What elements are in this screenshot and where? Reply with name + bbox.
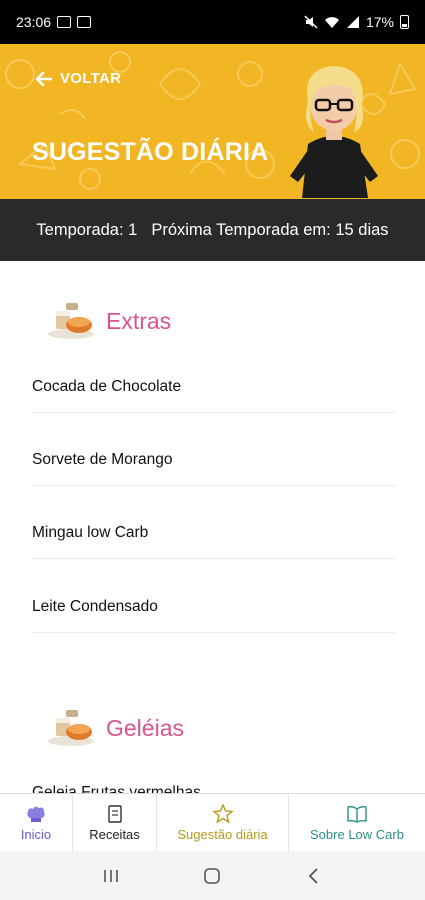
image-notification-icon: [77, 16, 92, 28]
tab-label: Inicio: [20, 827, 52, 842]
mute-icon: [304, 15, 318, 29]
chef-hat-icon: [27, 806, 45, 822]
suggestion-list[interactable]: Extras Cocada de Chocolate Sorvete de Mo…: [0, 261, 425, 793]
list-item[interactable]: Geleia Frutas vermelhas: [32, 767, 395, 794]
current-season: Temporada: 1: [36, 220, 138, 239]
list-item[interactable]: Sorvete de Morango: [32, 434, 395, 486]
system-navigation-bar: [0, 851, 425, 900]
tab-receitas[interactable]: Receitas: [73, 794, 157, 852]
list-item[interactable]: Cocada de Chocolate: [32, 361, 395, 413]
tab-sobre-low-carb[interactable]: Sobre Low Carb: [289, 794, 425, 852]
dessert-icon: [48, 303, 94, 339]
recipe-book-icon: [107, 805, 122, 823]
list-item[interactable]: Mingau low Carb: [32, 507, 395, 559]
tab-label: Receitas: [89, 827, 140, 842]
back-button[interactable]: VOLTAR: [34, 70, 121, 87]
season-bar: Temporada: 1 Próxima Temporada em: 15 di…: [0, 199, 425, 261]
open-book-icon: [347, 806, 367, 823]
gallery-notification-icon: [57, 16, 72, 28]
back-label: VOLTAR: [60, 70, 122, 87]
section-header-extras: Extras: [46, 301, 171, 341]
bottom-tab-bar: Inicio Receitas Sugestão diária Sobre Lo…: [0, 793, 425, 852]
chevron-left-icon: [308, 867, 318, 884]
wifi-icon: [324, 17, 339, 28]
next-season: Próxima Temporada em: 15 dias: [151, 220, 389, 239]
page-title: SUGESTÃO DIÁRIA: [32, 138, 269, 166]
battery-icon: [400, 15, 409, 29]
tab-sugestao-diaria[interactable]: Sugestão diária: [157, 794, 289, 852]
tab-label: Sugestão diária: [177, 827, 268, 842]
section-header-geleias: Geléias: [46, 708, 184, 748]
home-icon: [204, 867, 221, 884]
arrow-left-icon: [35, 71, 52, 86]
battery-percent: 17%: [365, 14, 394, 30]
page-header: VOLTAR SUGESTÃO DIÁRIA: [0, 44, 425, 199]
home-button[interactable]: [197, 861, 227, 891]
back-nav-button[interactable]: [299, 861, 329, 891]
list-item[interactable]: Leite Condensado: [32, 581, 395, 633]
tab-inicio[interactable]: Inicio: [0, 794, 73, 852]
status-time: 23:06: [16, 14, 52, 30]
tab-label: Sobre Low Carb: [310, 827, 404, 842]
star-icon: [211, 804, 234, 824]
chef-avatar-illustration: [290, 66, 378, 198]
section-title-geleias: Geléias: [106, 714, 184, 741]
status-bar: 23:06 17%: [0, 0, 425, 44]
dessert-icon: [48, 710, 94, 746]
recent-apps-button[interactable]: [96, 861, 126, 891]
section-title-extras: Extras: [106, 307, 172, 334]
recent-apps-icon: [104, 869, 118, 882]
signal-icon: [346, 16, 359, 28]
